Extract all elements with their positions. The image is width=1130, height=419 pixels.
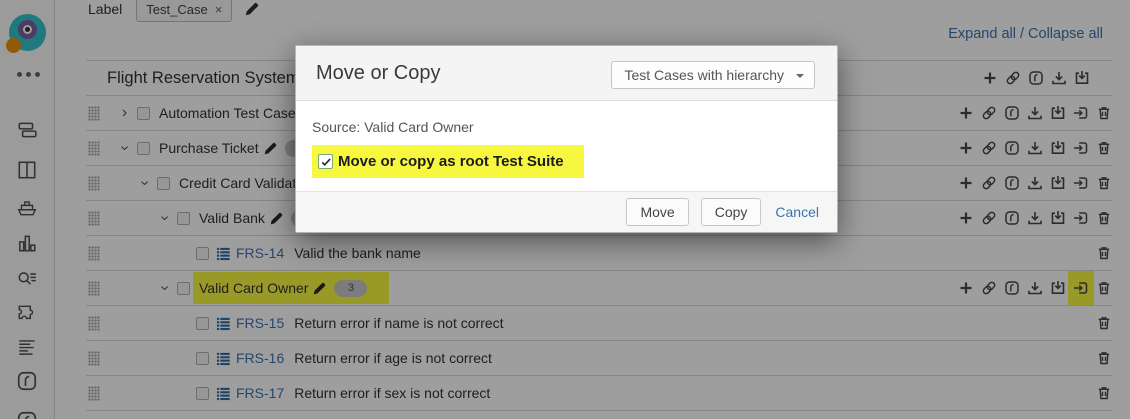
root-suite-option-highlight: Move or copy as root Test Suite	[312, 145, 584, 178]
checkmark-icon	[320, 156, 332, 168]
source-line: Source: Valid Card Owner	[312, 119, 821, 135]
move-button[interactable]: Move	[626, 198, 688, 226]
hierarchy-dropdown-value: Test Cases with hierarchy	[624, 67, 784, 83]
move-or-copy-dialog: Move or Copy Test Cases with hierarchy S…	[295, 45, 838, 233]
cancel-link[interactable]: Cancel	[775, 204, 819, 220]
app-window: Label Test_Case × Expand all / Collapse …	[0, 0, 1130, 419]
dialog-footer: Move Copy Cancel	[296, 191, 837, 232]
chevron-down-icon	[796, 74, 804, 82]
hierarchy-dropdown[interactable]: Test Cases with hierarchy	[611, 61, 815, 89]
dialog-body: Source: Valid Card Owner Move or copy as…	[296, 101, 837, 191]
dialog-title: Move or Copy	[316, 62, 441, 85]
root-suite-checkbox[interactable]	[318, 154, 333, 169]
dialog-header: Move or Copy Test Cases with hierarchy	[296, 46, 837, 101]
root-suite-checkbox-label: Move or copy as root Test Suite	[338, 153, 564, 170]
copy-button[interactable]: Copy	[701, 198, 762, 226]
